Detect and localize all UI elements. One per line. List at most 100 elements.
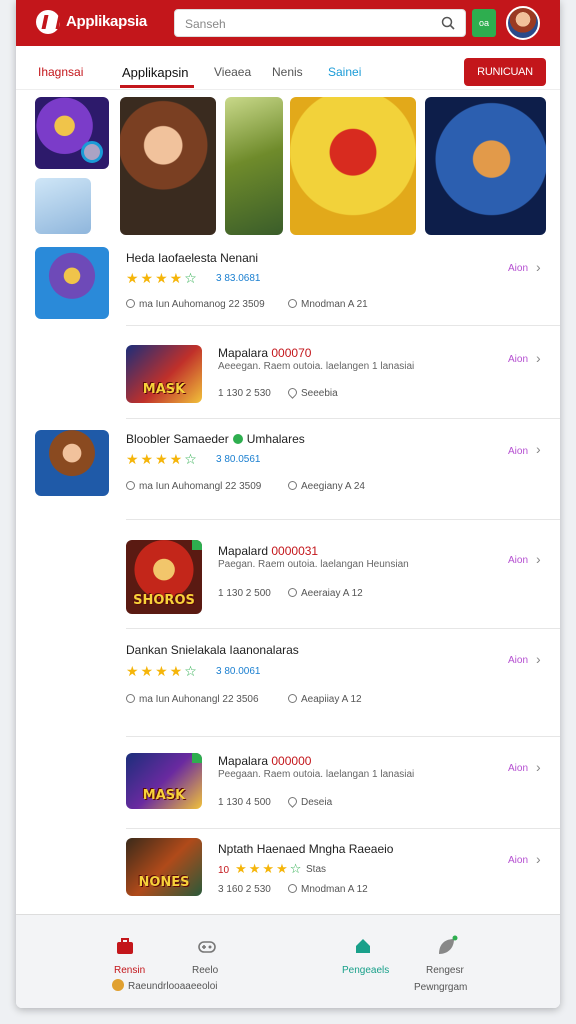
search-icon[interactable] (441, 16, 455, 30)
meta-right-text: Mnodman A 12 (301, 884, 368, 895)
meta-right: Mnodman A 12 (288, 884, 368, 895)
item-link[interactable]: Aion (508, 855, 528, 866)
chevron-right-icon[interactable]: › (536, 651, 541, 667)
chevron-right-icon[interactable]: › (536, 851, 541, 867)
warrior2-game-art-icon (35, 430, 109, 496)
star-half-icon: ☆ (289, 861, 304, 876)
stars-filled: ★★★★ (126, 451, 185, 467)
meta-left: ma Iun Auhomangl 22 3509 (126, 481, 261, 492)
item-title[interactable]: Mapalara 000070 (218, 346, 311, 360)
chat-icon (288, 299, 297, 308)
app-icon[interactable]: MASK (126, 345, 202, 403)
gamepad-icon[interactable] (198, 937, 216, 955)
rating-value: 3 80.0061 (216, 666, 261, 677)
meta-right-text: Mnodman A 21 (301, 299, 368, 310)
tab-5[interactable]: Sainei (328, 65, 361, 79)
tank-game-art-icon (225, 97, 283, 235)
featured-thumb-warrior[interactable] (120, 97, 216, 235)
item-title[interactable]: Dankan Snielakala Iaanonalaras (126, 643, 299, 657)
primary-cta-button[interactable]: RUNICUAN (464, 58, 546, 86)
search-small-icon (288, 694, 297, 703)
new-badge-icon (192, 753, 202, 763)
meta-left: 1 130 4 500 (218, 797, 271, 808)
magnifier-icon (81, 141, 103, 163)
leaf-icon[interactable] (436, 935, 458, 957)
nav-label-4[interactable]: Rengesr (426, 965, 464, 976)
tab-1[interactable]: Ihagnsai (38, 65, 83, 79)
new-badge-icon (192, 540, 202, 550)
nav-label-1[interactable]: Rensin (114, 965, 145, 976)
app-logo-icon[interactable] (36, 10, 60, 34)
item-link[interactable]: Aion (508, 446, 528, 457)
title-main: Mapalard (218, 544, 269, 558)
space-game-art-icon (425, 97, 546, 235)
title-code: 000000 (271, 754, 312, 768)
app-icon[interactable] (35, 430, 109, 496)
footer-left-text: Raeundrlooaaeeoloi (128, 981, 218, 992)
item-link[interactable]: Aion (508, 555, 528, 566)
nav-label-2[interactable]: Reelo (192, 965, 218, 976)
featured-thumb-cannon[interactable] (35, 178, 91, 234)
meta-right-text: Deseia (301, 797, 333, 808)
app-icon[interactable]: MASK (126, 753, 202, 809)
meta-left: ma Iun Auhonangl 22 3506 (126, 694, 259, 705)
meta-left-text: ma Iun Auhomanog 22 3509 (139, 299, 265, 310)
meta-right: Aeegiany A 24 (288, 481, 365, 492)
verified-icon (232, 434, 243, 444)
tab-3[interactable]: Vieaea (214, 65, 251, 79)
nav-label-3[interactable]: Pengeaels (342, 965, 389, 976)
chevron-right-icon[interactable]: › (536, 350, 541, 366)
clock-icon (126, 481, 135, 490)
tab-applikapsin[interactable]: Applikapsin (122, 65, 189, 80)
chevron-right-icon[interactable]: › (536, 259, 541, 275)
wizard-game-art-icon (35, 247, 109, 319)
featured-thumb-tank[interactable] (225, 97, 283, 235)
stars-filled: ★★★★ (126, 270, 185, 286)
title-main: Mapalara (218, 346, 269, 360)
app-icon[interactable]: SHOROS (126, 540, 202, 614)
featured-thumb-kart[interactable] (290, 97, 416, 235)
thumb-label: MASK (142, 788, 186, 803)
meta-left: ma Iun Auhomanog 22 3509 (126, 299, 265, 310)
item-title[interactable]: Heda Iaofaelesta Nenani (126, 251, 258, 265)
chevron-right-icon[interactable]: › (536, 551, 541, 567)
app-name[interactable]: Applikapsia (66, 13, 147, 30)
item-link[interactable]: Aion (508, 354, 528, 365)
thumb-label: MASK (142, 382, 186, 397)
chevron-right-icon[interactable]: › (536, 759, 541, 775)
divider (126, 325, 560, 326)
item-title[interactable]: Mapalara 000000 (218, 754, 311, 768)
meta-right-text: Aeegiany A 24 (301, 481, 365, 492)
green-action-button[interactable]: oa (472, 9, 496, 37)
tab-4[interactable]: Nenis (272, 65, 303, 79)
rating-prefix: 10 (218, 865, 230, 876)
cannon-game-art-icon (35, 178, 91, 234)
mini-avatar-icon (112, 979, 124, 991)
item-title[interactable]: Nptath Haenaed Mngha Raeaeio (218, 842, 393, 856)
item-link[interactable]: Aion (508, 263, 528, 274)
star-half-icon: ☆ (184, 663, 199, 679)
rating-stars: 10 ★★★★☆ (218, 861, 303, 877)
home-icon[interactable] (354, 937, 372, 955)
kart-game-art-icon (290, 97, 416, 235)
chevron-right-icon[interactable]: › (536, 441, 541, 457)
app-icon[interactable] (35, 247, 109, 319)
item-link[interactable]: Aion (508, 655, 528, 666)
item-title[interactable]: Bloobler Samaeder Umhalares (126, 432, 305, 446)
featured-thumb-hero[interactable] (35, 97, 109, 169)
item-link[interactable]: Aion (508, 763, 528, 774)
briefcase-icon[interactable] (116, 937, 134, 955)
title-code: 0000031 (271, 544, 319, 558)
user-avatar[interactable] (506, 6, 540, 40)
clock-icon (126, 694, 135, 703)
title-main: Mapalara (218, 754, 269, 768)
title-code: 000070 (271, 346, 312, 360)
search-input[interactable]: Sanseh (174, 9, 466, 37)
item-title[interactable]: Mapalard 0000031 (218, 544, 318, 558)
rating-value: 3 80.0561 (216, 454, 261, 465)
location-icon (286, 386, 299, 399)
meta-right: Seeebia (286, 386, 338, 399)
title-suffix: Umhalares (246, 432, 305, 446)
app-icon[interactable]: NONES (126, 838, 202, 896)
featured-thumb-space[interactable] (425, 97, 546, 235)
